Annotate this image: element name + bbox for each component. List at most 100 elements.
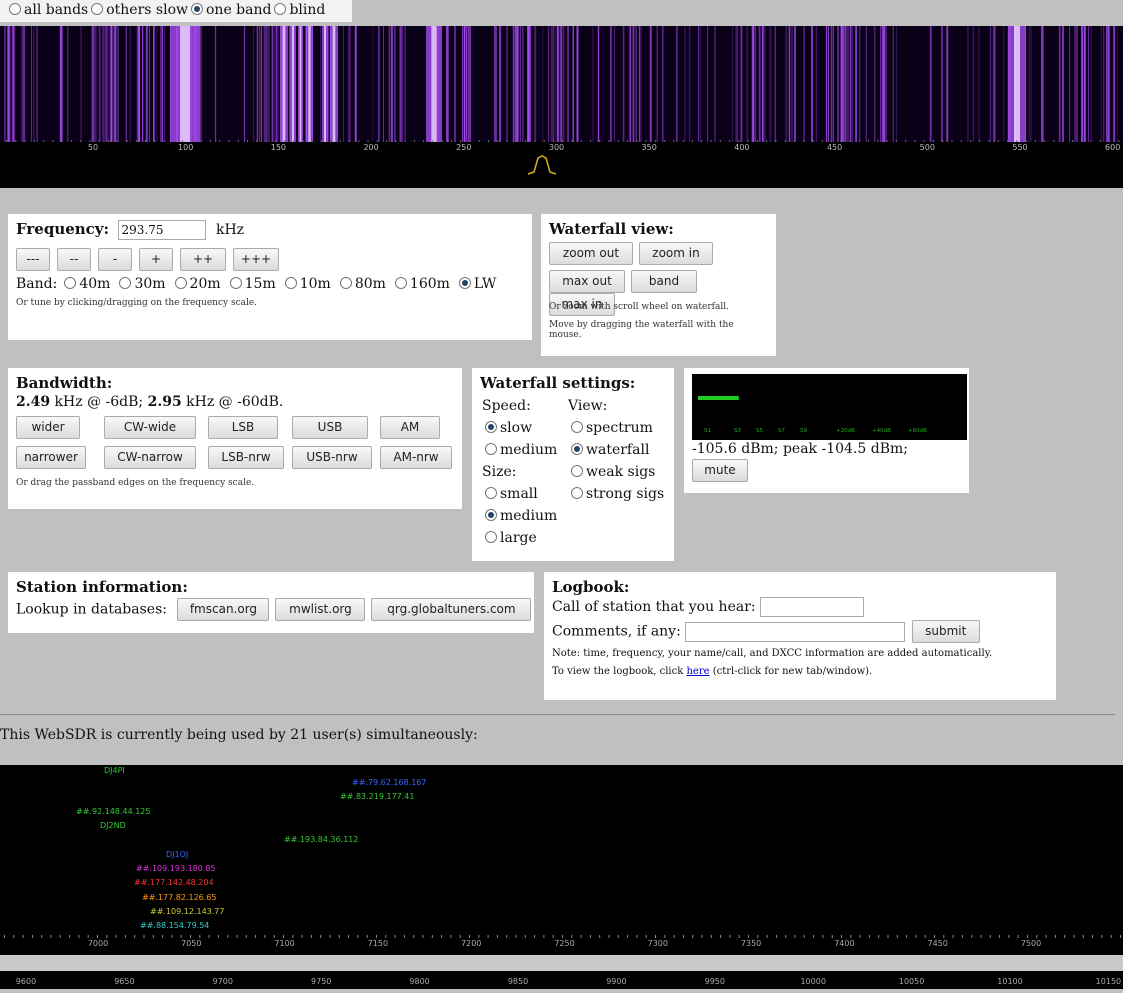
zoom-out-button[interactable]: zoom out xyxy=(549,242,633,265)
size-small[interactable]: small xyxy=(482,486,538,502)
bandwidth-readout: 2.49 kHz @ -6dB; 2.95 kHz @ -60dB. xyxy=(16,394,454,410)
frequency-input[interactable]: 293.75 xyxy=(117,220,206,240)
signal-trace xyxy=(125,26,127,142)
radio-button-icon[interactable] xyxy=(571,465,583,477)
size-large[interactable]: large xyxy=(482,530,537,546)
band-10m[interactable]: 10m xyxy=(282,276,331,292)
view-spectrum[interactable]: spectrum xyxy=(568,420,653,436)
cw-narrow-button[interactable]: CW-narrow xyxy=(104,446,196,469)
waterfall-display[interactable]: 50 100 150 200 250 300 350 400 450 500 550 600 xyxy=(0,26,1123,188)
scale-minor-tick xyxy=(228,140,230,142)
narrower-button[interactable]: narrower xyxy=(16,446,86,469)
lower-band-tick-label: 9950 xyxy=(705,977,725,986)
qrg-globaltuners-com-button[interactable]: qrg.globaltuners.com xyxy=(371,598,532,621)
user-marker[interactable]: DJ4PI xyxy=(104,766,125,775)
users-band-svg[interactable]: DJ4PI ##.79.62.168.167 ##.83.219.177.41 ##.… xyxy=(0,765,1123,989)
user-marker[interactable]: ##.109.12.143.77 xyxy=(150,907,224,916)
scale-minor-tick xyxy=(923,140,925,142)
radio-button-icon[interactable] xyxy=(229,277,242,289)
speed-slow[interactable]: slow xyxy=(482,420,532,436)
radio-button-icon[interactable] xyxy=(91,3,104,15)
signal-trace xyxy=(137,26,139,142)
band-15m[interactable]: 15m xyxy=(227,276,276,292)
mwlist-org-button[interactable]: mwlist.org xyxy=(275,598,366,621)
usb-button[interactable]: USB xyxy=(292,416,368,439)
zoom-in-button[interactable]: zoom in xyxy=(639,242,713,265)
radio-button-icon[interactable] xyxy=(571,443,583,455)
logbook-link[interactable]: here xyxy=(686,666,709,677)
fmscan-org-button[interactable]: fmscan.org xyxy=(177,598,270,621)
waterfall-svg[interactable]: 50 100 150 200 250 300 350 400 450 500 550 600 xyxy=(0,26,1123,188)
user-marker[interactable]: DJ2ND xyxy=(100,821,126,830)
band-minor-tick xyxy=(273,935,275,938)
radio-button-icon[interactable] xyxy=(284,277,297,289)
radio-button-icon[interactable] xyxy=(119,277,132,289)
view-weak-sigs[interactable]: weak sigs xyxy=(568,464,655,480)
mute-button[interactable]: mute xyxy=(692,459,748,482)
radio-button-icon[interactable] xyxy=(458,277,471,289)
view-waterfall[interactable]: waterfall xyxy=(568,442,649,458)
user-marker[interactable]: ##.177.142.48.204 xyxy=(134,878,214,887)
radio-button-icon[interactable] xyxy=(485,487,497,499)
am-nrw-button[interactable]: AM-nrw xyxy=(380,446,452,469)
radio-button-icon[interactable] xyxy=(191,3,203,15)
band-button[interactable]: band xyxy=(631,270,697,293)
step-up-large-button[interactable]: +++ xyxy=(233,248,279,271)
scale-minor-tick xyxy=(552,140,554,142)
view-option-others-slow[interactable]: others slow xyxy=(88,2,188,18)
radio-button-icon[interactable] xyxy=(339,277,352,289)
radio-button-icon[interactable] xyxy=(571,421,583,433)
speed-medium[interactable]: medium xyxy=(482,442,557,458)
view-option-all-bands[interactable]: all bands xyxy=(6,2,88,18)
radio-button-icon[interactable] xyxy=(485,531,497,543)
step-up-medium-button[interactable]: ++ xyxy=(180,248,226,271)
radio-button-icon[interactable] xyxy=(64,277,77,289)
lsb-button[interactable]: LSB xyxy=(208,416,278,439)
step-up-small-button[interactable]: + xyxy=(139,248,173,271)
step-down-small-button[interactable]: - xyxy=(98,248,132,271)
radio-button-icon[interactable] xyxy=(485,509,497,521)
user-marker[interactable]: ##.83.219.177.41 xyxy=(340,792,414,801)
users-band-display[interactable]: DJ4PI ##.79.62.168.167 ##.83.219.177.41 ##.… xyxy=(0,765,1123,989)
band-40m[interactable]: 40m xyxy=(61,276,110,292)
radio-button-icon[interactable] xyxy=(9,3,21,15)
radio-button-icon[interactable] xyxy=(485,421,497,433)
band-20m[interactable]: 20m xyxy=(172,276,221,292)
radio-button-icon[interactable] xyxy=(571,487,583,499)
view-strong-sigs[interactable]: strong sigs xyxy=(568,486,664,502)
size-medium[interactable]: medium xyxy=(482,508,557,524)
user-marker[interactable]: ##.79.62.168.167 xyxy=(352,778,426,787)
user-marker[interactable]: ##.88.154.79.54 xyxy=(140,921,209,930)
scale-minor-tick xyxy=(145,140,146,142)
band-label: Band: xyxy=(16,276,58,292)
band-30m[interactable]: 30m xyxy=(116,276,166,292)
user-marker[interactable]: ##.193.84.36.112 xyxy=(284,835,358,844)
radio-button-icon[interactable] xyxy=(274,3,287,15)
radio-button-icon[interactable] xyxy=(485,443,497,455)
signal-trace xyxy=(515,26,518,142)
step-down-large-button[interactable]: --- xyxy=(16,248,50,271)
view-option-blind[interactable]: blind xyxy=(271,2,325,18)
wider-button[interactable]: wider xyxy=(16,416,80,439)
view-option-one-band[interactable]: one band xyxy=(188,2,271,18)
user-marker[interactable]: ##.92.148.44.125 xyxy=(76,807,150,816)
comments-input[interactable] xyxy=(685,621,906,642)
call-input[interactable] xyxy=(760,597,865,617)
user-marker[interactable]: DJ1OJ xyxy=(166,850,188,859)
user-marker[interactable]: ##.177.82.126.65 xyxy=(142,893,216,902)
radio-button-icon[interactable] xyxy=(394,277,407,289)
scale-minor-tick xyxy=(423,140,425,142)
lsb-nrw-button[interactable]: LSB-nrw xyxy=(208,446,284,469)
max-out-button[interactable]: max out xyxy=(549,270,625,293)
band-80m[interactable]: 80m xyxy=(337,276,386,292)
usb-nrw-button[interactable]: USB-nrw xyxy=(292,446,372,469)
band-lw[interactable]: LW xyxy=(456,276,496,292)
band-minor-tick xyxy=(673,935,675,938)
step-down-medium-button[interactable]: -- xyxy=(57,248,91,271)
submit-button[interactable]: submit xyxy=(911,620,980,643)
user-marker[interactable]: ##.109.193.180.85 xyxy=(136,864,216,873)
cw-wide-button[interactable]: CW-wide xyxy=(104,416,196,439)
am-button[interactable]: AM xyxy=(380,416,440,439)
radio-button-icon[interactable] xyxy=(174,277,187,289)
band-160m[interactable]: 160m xyxy=(392,276,450,292)
